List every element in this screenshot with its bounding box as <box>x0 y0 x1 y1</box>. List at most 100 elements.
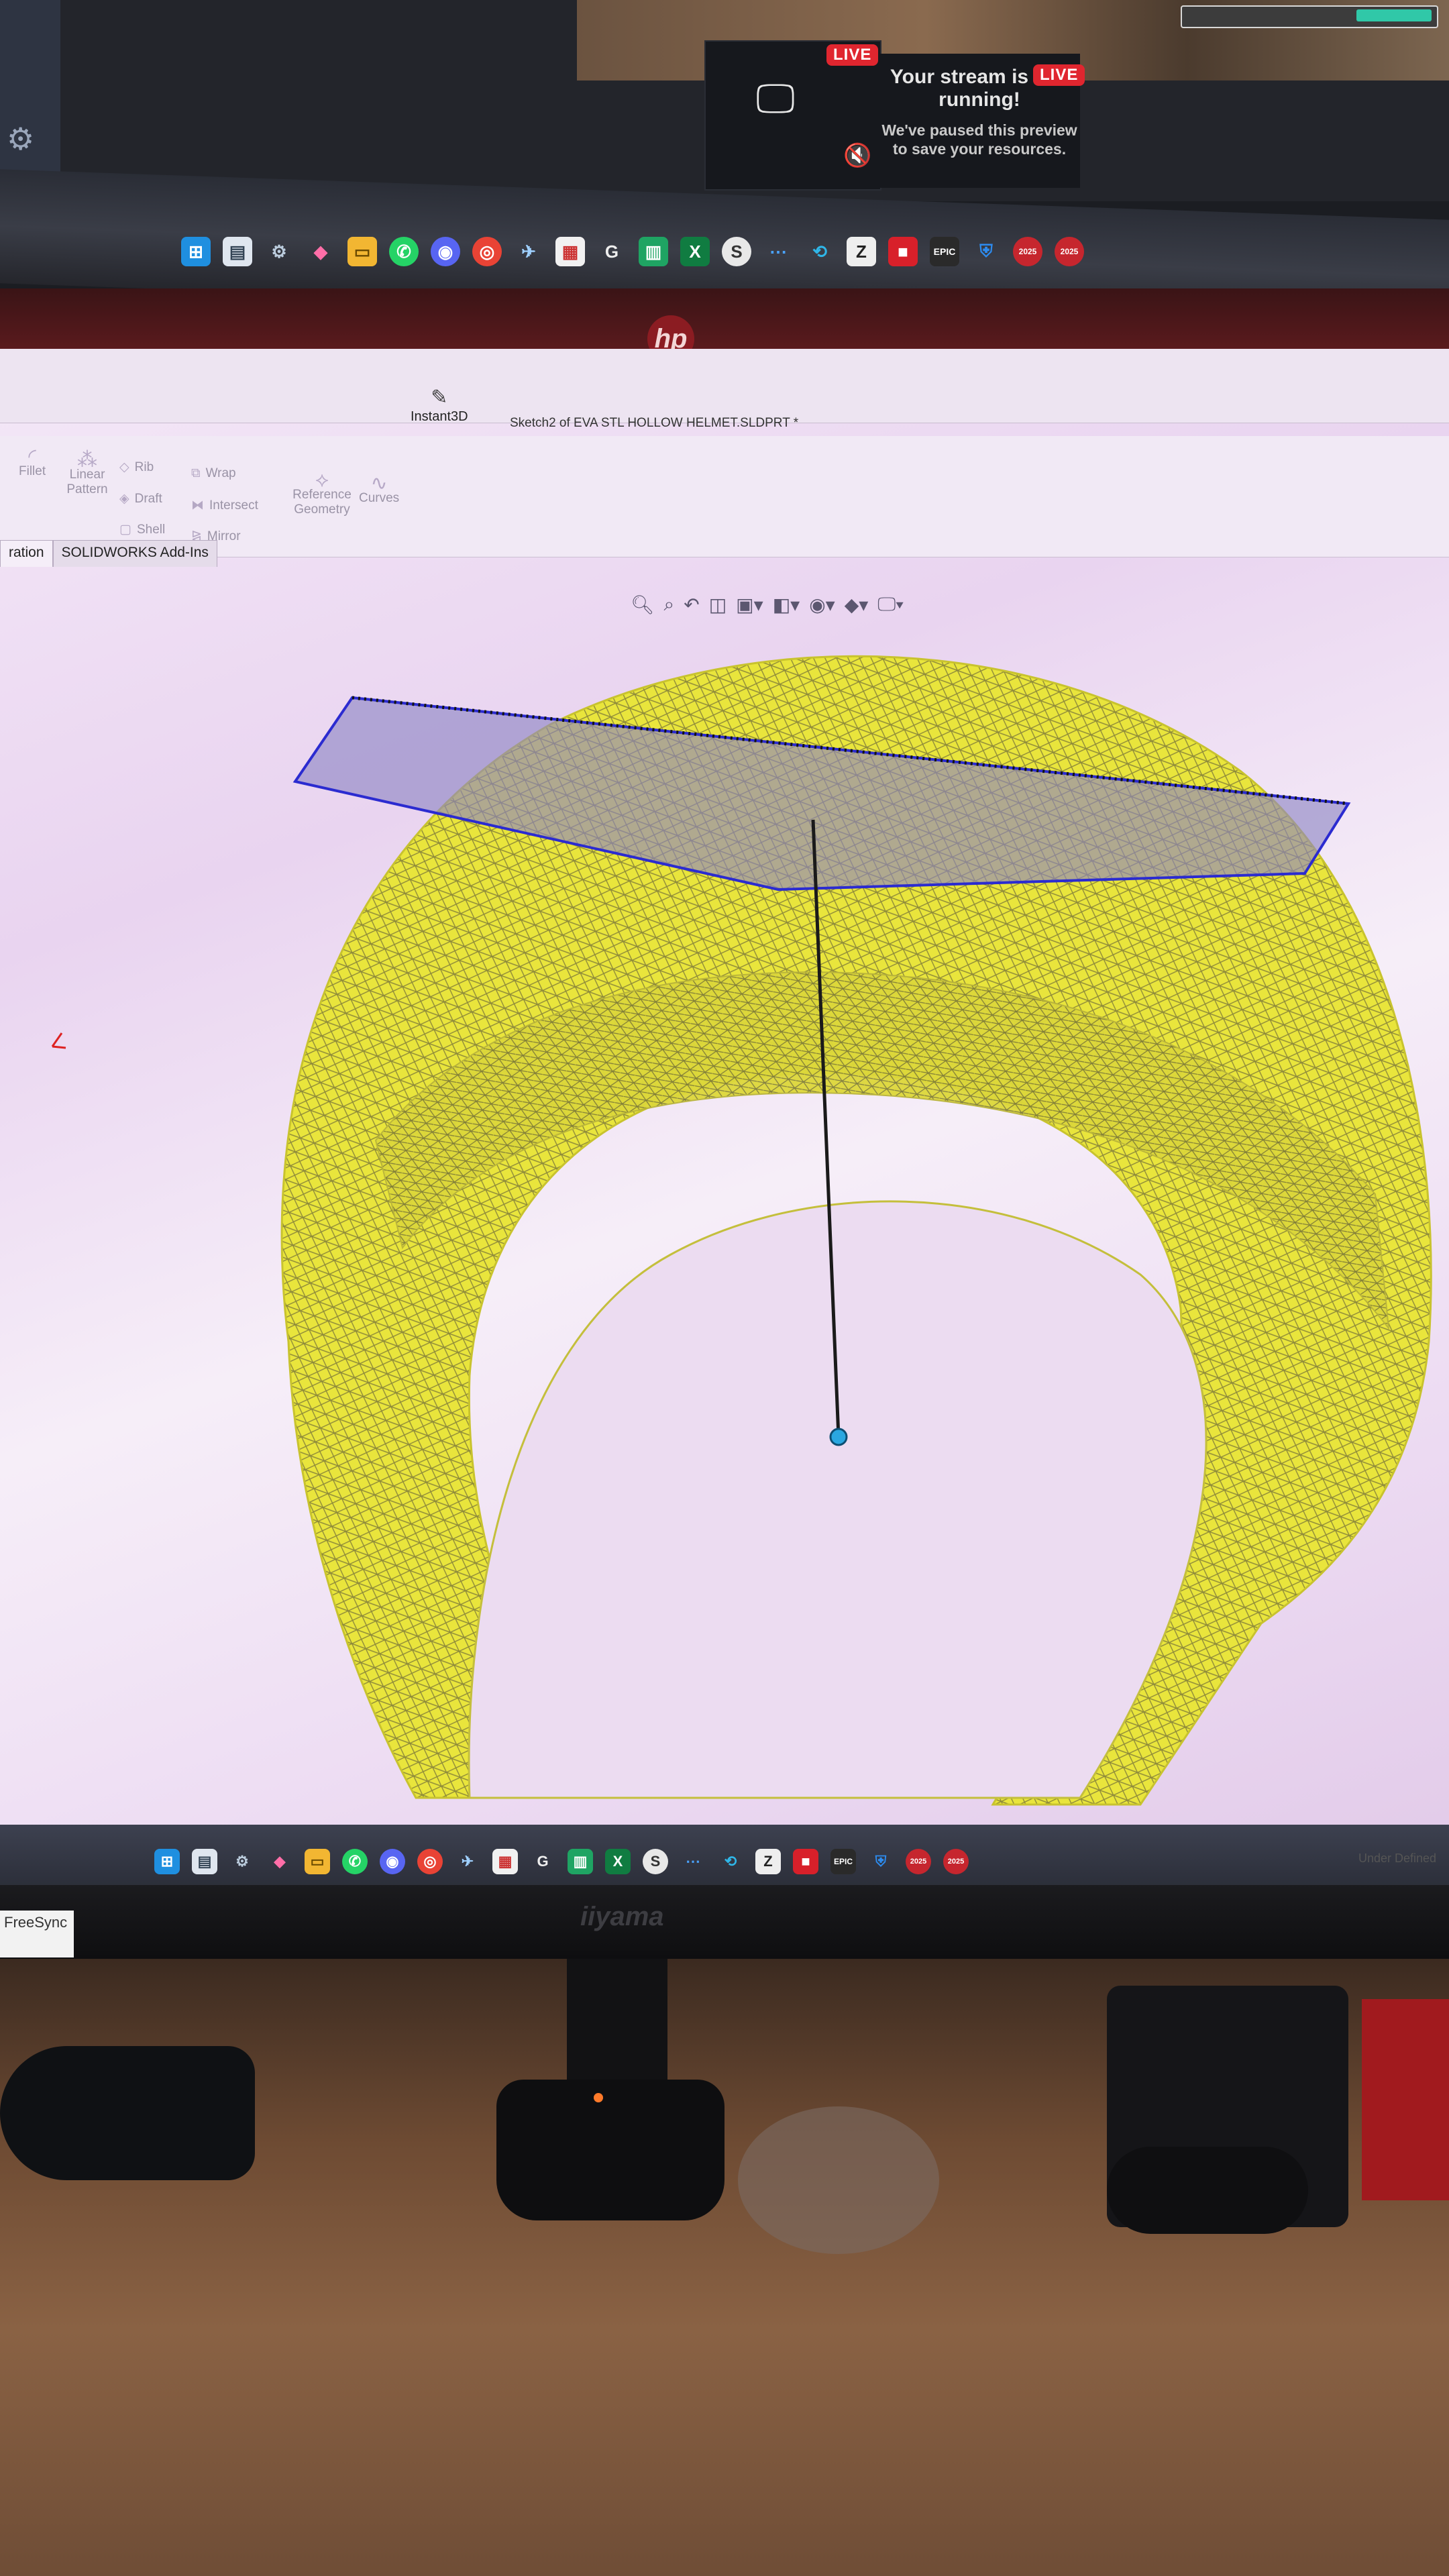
sticky-notes-icon[interactable]: ▦ <box>492 1849 518 1874</box>
view-orientation-icon[interactable]: ▣▾ <box>736 594 763 616</box>
epic-games-icon[interactable]: EPIC <box>830 1849 856 1874</box>
view-settings-icon[interactable]: 🖵▾ <box>877 594 904 616</box>
solidworks-window: Sketch2 of EVA STL HOLLOW HELMET.SLDPRT … <box>0 349 1449 1851</box>
g-hub-icon[interactable]: G <box>530 1849 555 1874</box>
mute-icon[interactable]: 🔇 <box>843 142 871 169</box>
paint-icon[interactable]: ◆ <box>306 237 335 266</box>
intersect-label: Intersect <box>209 498 258 513</box>
command-manager-tabs: ration SOLIDWORKS Add-Ins <box>0 540 217 567</box>
excel-icon[interactable]: X <box>605 1849 631 1874</box>
file-explorer-icon[interactable]: ▭ <box>305 1849 330 1874</box>
iiyama-monitor-bezel <box>0 1885 1449 1959</box>
monitor-icon: 🖵 <box>756 76 795 121</box>
vpn-icon[interactable]: ⟲ <box>718 1849 743 1874</box>
gear-icon[interactable]: ⚙ <box>7 121 34 157</box>
launcher-icon[interactable]: Z <box>847 237 876 266</box>
live-badge: LIVE <box>826 44 879 66</box>
heads-up-view-toolbar: 🔍︎ ⌕ ↶ ◫ ▣▾ ◧▾ ◉▾ ◆▾ 🖵▾ <box>631 594 904 616</box>
shield-icon[interactable]: ⛨ <box>971 237 1001 266</box>
hide-show-items-icon[interactable]: ◉▾ <box>809 594 835 616</box>
whatsapp-icon[interactable]: ✆ <box>342 1849 368 1874</box>
draft-button[interactable]: ◈ Draft <box>119 491 162 506</box>
tab-evaluation[interactable]: ration <box>0 540 53 567</box>
cd-disc <box>738 2106 939 2254</box>
windows-start-icon[interactable]: ⊞ <box>181 237 211 266</box>
tab-solidworks-addins[interactable]: SOLIDWORKS Add-Ins <box>52 540 217 567</box>
g-hub-icon[interactable]: G <box>597 237 627 266</box>
zoom-to-area-icon[interactable]: ⌕ <box>664 594 675 616</box>
calendar-2025-icon[interactable]: 2025 <box>1013 237 1042 266</box>
wrap-button[interactable]: ⧉ Wrap <box>191 466 236 481</box>
steam-icon[interactable]: ✈ <box>514 237 543 266</box>
whatsapp-icon[interactable]: ✆ <box>389 237 419 266</box>
shell-button[interactable]: ▢ Shell <box>119 522 165 537</box>
stand-base-right <box>1107 2147 1308 2234</box>
roblox-icon[interactable]: ■ <box>793 1849 818 1874</box>
discord-icon[interactable]: ◉ <box>380 1849 405 1874</box>
fillet-button[interactable]: ◜ Fillet <box>19 445 46 479</box>
draft-icon: ◈ <box>119 492 129 506</box>
instant3d-label: Instant3D <box>411 409 468 424</box>
linear-pattern-label: Linear Pattern <box>66 468 108 496</box>
windows-start-icon[interactable]: ⊞ <box>154 1849 180 1874</box>
calendar-2025-icon[interactable]: 2025 <box>1055 237 1084 266</box>
intersect-button[interactable]: ⧓ Intersect <box>191 498 258 513</box>
excel-icon[interactable]: X <box>680 237 710 266</box>
settings-icon[interactable]: ⚙ <box>264 237 294 266</box>
sheets-icon[interactable]: ▥ <box>639 237 668 266</box>
upper-monitor: ⚙ 🖵 🔇 LIVE Your stream is still running!… <box>0 0 1449 389</box>
reference-geometry-label: Reference Geometry <box>292 488 352 517</box>
instant3d-icon: ✎ <box>431 386 448 409</box>
title-bar <box>0 349 1449 423</box>
settings-icon[interactable]: ⚙ <box>229 1849 255 1874</box>
display-style-icon[interactable]: ◧▾ <box>773 594 800 616</box>
roblox-icon[interactable]: ■ <box>888 237 918 266</box>
calendar-2025-icon[interactable]: 2025 <box>943 1849 969 1874</box>
rib-label: Rib <box>134 460 154 474</box>
document-title: Sketch2 of EVA STL HOLLOW HELMET.SLDPRT … <box>510 416 799 430</box>
lower-taskbar: ⊞ ▤ ⚙ ◆ ▭ ✆ ◉ ◎ ✈ ▦ G ▥ X S ⋯ ⟲ Z ■ EPIC… <box>154 1838 969 1885</box>
rib-icon: ◇ <box>119 460 129 474</box>
app-s-icon[interactable]: S <box>722 237 751 266</box>
paint-icon[interactable]: ◆ <box>267 1849 292 1874</box>
notepad-icon[interactable]: ▤ <box>223 237 252 266</box>
vpn-icon[interactable]: ⟲ <box>805 237 835 266</box>
epic-games-icon[interactable]: EPIC <box>930 237 959 266</box>
freesync-sticker: FreeSync <box>0 1911 74 1957</box>
discord-icon[interactable]: ◉ <box>431 237 460 266</box>
dots-icon[interactable]: ⋯ <box>680 1849 706 1874</box>
curves-icon: ∿ <box>370 472 388 494</box>
app-s-icon[interactable]: S <box>643 1849 668 1874</box>
dots-icon[interactable]: ⋯ <box>763 237 793 266</box>
shield-icon[interactable]: ⛨ <box>868 1849 894 1874</box>
zoom-to-fit-icon[interactable]: 🔍︎ <box>631 594 655 616</box>
sheets-icon[interactable]: ▥ <box>568 1849 593 1874</box>
shell-icon: ▢ <box>119 523 131 537</box>
edit-appearance-icon[interactable]: ◆▾ <box>845 594 869 616</box>
notepad-icon[interactable]: ▤ <box>192 1849 217 1874</box>
file-explorer-icon[interactable]: ▭ <box>347 237 377 266</box>
rib-button[interactable]: ◇ Rib <box>119 460 154 475</box>
launcher-icon[interactable]: Z <box>755 1849 781 1874</box>
stream-notice-subtitle: We've paused this preview to save your r… <box>881 121 1077 158</box>
draft-label: Draft <box>134 492 162 506</box>
previous-view-icon[interactable]: ↶ <box>684 594 699 616</box>
calendar-2025-icon[interactable]: 2025 <box>906 1849 931 1874</box>
sticky-notes-icon[interactable]: ▦ <box>555 237 585 266</box>
power-led <box>594 2093 603 2102</box>
upper-taskbar: ⊞ ▤ ⚙ ◆ ▭ ✆ ◉ ◎ ✈ ▦ G ▥ X S ⋯ ⟲ Z ■ EPIC… <box>181 221 1084 282</box>
sketch-status: Under Defined <box>1358 1851 1437 1865</box>
steam-icon[interactable]: ✈ <box>455 1849 480 1874</box>
fillet-label: Fillet <box>19 464 46 478</box>
game-health-bar <box>1181 5 1438 28</box>
chrome-icon[interactable]: ◎ <box>417 1849 443 1874</box>
instant3d-button[interactable]: ✎ Instant3D <box>411 386 468 425</box>
linear-pattern-button[interactable]: ⁂ Linear Pattern <box>64 450 111 497</box>
chrome-icon[interactable]: ◎ <box>472 237 502 266</box>
section-view-icon[interactable]: ◫ <box>709 594 727 616</box>
reference-geometry-button[interactable]: ⟡ Reference Geometry <box>288 470 356 517</box>
curves-button[interactable]: ∿ Curves <box>359 472 399 506</box>
wrap-icon: ⧉ <box>191 466 201 480</box>
side-panel: ⚙ <box>0 0 60 188</box>
fillet-icon: ◜ <box>28 445 36 468</box>
